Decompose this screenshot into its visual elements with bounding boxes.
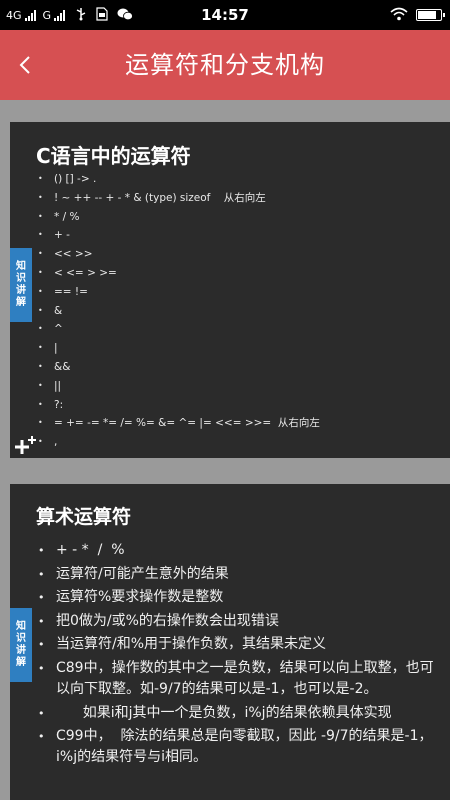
list-item: + - * / %: [38, 540, 438, 561]
plus-icon[interactable]: [12, 434, 38, 456]
back-button[interactable]: [8, 45, 42, 85]
list-item: == !=: [38, 283, 320, 302]
operator-list: () [] -> . ! ~ ++ -- + - * & (type) size…: [38, 170, 320, 452]
battery-level: [418, 11, 436, 19]
list-item: |: [38, 339, 320, 358]
list-item: 如果i和j其中一个是负数，i%j的结果依赖具体实现: [38, 703, 438, 724]
list-item: &&: [38, 358, 320, 377]
list-item: ||: [38, 377, 320, 396]
app-header: 运算符和分支机构: [0, 30, 450, 100]
list-item: 当运算符/和%用于操作负数，其结果未定义: [38, 634, 438, 655]
list-item: = += -= *= /= %= &= ^= |= <<= >>= 从右向左: [38, 414, 320, 433]
status-time: 14:57: [201, 6, 249, 24]
list-item: ^: [38, 320, 320, 339]
battery-icon: [416, 9, 445, 21]
slide-operators: C语言中的运算符 () [] -> . ! ~ ++ -- + - * & (t…: [10, 122, 450, 458]
arithmetic-list: + - * / % 运算符/可能产生意外的结果 运算符%要求操作数是整数 把0做…: [38, 540, 438, 771]
list-item: C99中， 除法的结果总是向零截取，因此 -9/7的结果是-1，i%j的结果符号…: [38, 726, 438, 768]
knowledge-tab[interactable]: 知识讲解: [10, 248, 32, 322]
chevron-left-icon: [19, 56, 30, 74]
knowledge-tab[interactable]: 知识讲解: [10, 608, 32, 682]
slide-title: 算术运算符: [36, 506, 132, 528]
list-item: C89中，操作数的其中之一是负数，结果可以向上取整，也可以向下取整。如-9/7的…: [38, 658, 438, 700]
list-item: 把0做为/或%的右操作数会出现错误: [38, 611, 438, 632]
knowledge-tab-label: 知识讲解: [16, 261, 26, 308]
list-item: () [] -> .: [38, 170, 320, 189]
list-item: < <= > >=: [38, 264, 320, 283]
list-item: << >>: [38, 245, 320, 264]
list-item: ! ~ ++ -- + - * & (type) sizeof 从右向左: [38, 189, 320, 208]
list-item: 运算符/可能产生意外的结果: [38, 564, 438, 585]
list-item: * / %: [38, 208, 320, 227]
slide-title: C语言中的运算符: [36, 144, 191, 168]
status-bar: 4G G 14:57: [0, 0, 450, 30]
wifi-icon: [390, 6, 408, 25]
slide-arithmetic: 算术运算符 + - * / % 运算符/可能产生意外的结果 运算符%要求操作数是…: [10, 484, 450, 800]
list-item: 运算符%要求操作数是整数: [38, 587, 438, 608]
list-item: ,: [38, 433, 320, 452]
list-item: + -: [38, 226, 320, 245]
knowledge-tab-label: 知识讲解: [16, 621, 26, 668]
list-item: &: [38, 302, 320, 321]
status-right: [390, 0, 445, 30]
page-title: 运算符和分支机构: [125, 51, 325, 79]
list-item: ?:: [38, 396, 320, 415]
